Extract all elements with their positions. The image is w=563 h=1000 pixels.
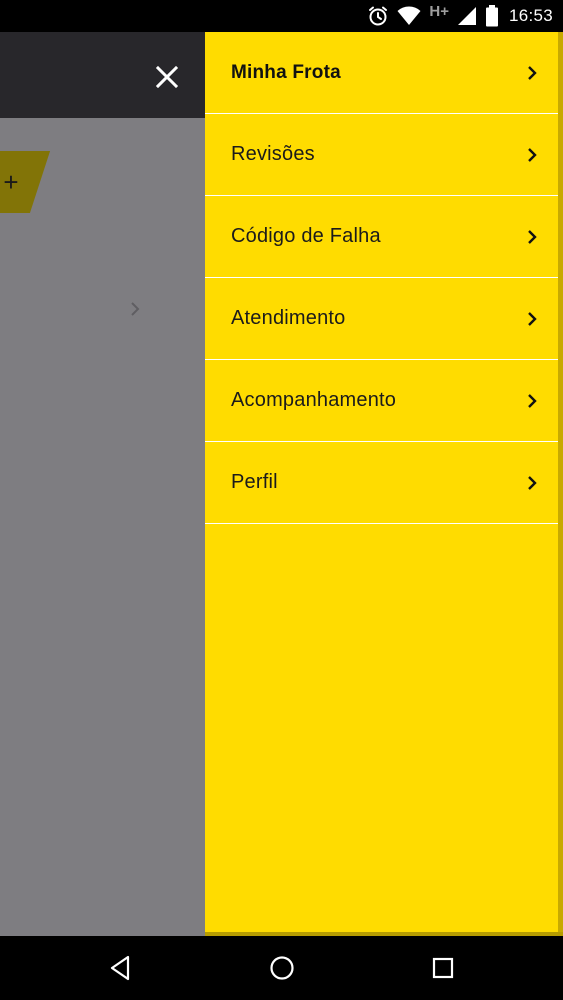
status-icons: H+ 16:53 — [359, 0, 553, 32]
status-bar: H+ 16:53 — [0, 0, 563, 32]
close-drawer-button[interactable] — [150, 60, 184, 94]
menu-item-label: Acompanhamento — [231, 389, 397, 411]
back-button[interactable] — [100, 950, 140, 986]
menu-item-label: Código de Falha — [231, 225, 381, 247]
alarm-icon — [367, 5, 389, 27]
home-button[interactable] — [262, 950, 302, 986]
menu-item-codigo-de-falha[interactable]: Código de Falha — [205, 196, 558, 278]
plus-icon[interactable]: + — [0, 169, 22, 195]
menu-item-acompanhamento[interactable]: Acompanhamento — [205, 360, 558, 442]
chevron-right-icon — [526, 229, 538, 245]
menu-item-revisoes[interactable]: Revisões — [205, 114, 558, 196]
navigation-bar — [0, 936, 563, 1000]
chevron-right-icon — [526, 393, 538, 409]
menu-item-atendimento[interactable]: Atendimento — [205, 278, 558, 360]
recents-button[interactable] — [423, 950, 463, 986]
chevron-right-icon — [526, 311, 538, 327]
menu-item-label: Revisões — [231, 143, 315, 165]
chevron-right-icon — [526, 147, 538, 163]
navigation-drawer: Minha Frota Revisões Código de Falha Ate… — [205, 32, 558, 932]
clock: 16:53 — [508, 6, 553, 25]
wifi-icon — [397, 6, 421, 26]
close-icon — [156, 66, 178, 88]
chevron-right-icon — [526, 475, 538, 491]
menu-item-minha-frota[interactable]: Minha Frota — [205, 32, 558, 114]
recents-icon — [432, 957, 454, 979]
network-type-label: H+ — [429, 2, 449, 20]
home-icon — [270, 956, 294, 980]
menu-item-label: Minha Frota — [231, 61, 341, 83]
menu-item-label: Atendimento — [231, 307, 346, 329]
battery-icon — [485, 5, 499, 27]
menu-item-perfil[interactable]: Perfil — [205, 442, 558, 524]
chevron-right-icon — [526, 65, 538, 81]
menu-item-label: Perfil — [231, 471, 278, 493]
chevron-right-icon — [131, 302, 140, 316]
signal-icon — [457, 6, 477, 26]
back-icon — [110, 955, 130, 981]
drawer-edge — [558, 32, 563, 936]
